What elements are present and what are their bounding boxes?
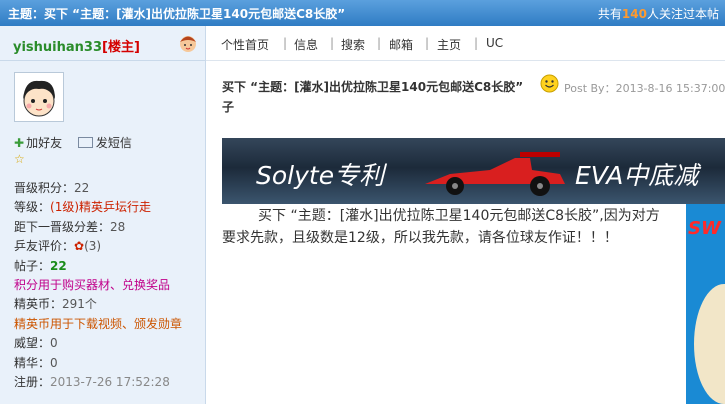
info-row: 精英币：291个 <box>14 297 97 312</box>
info-row: 帖子：22 <box>14 258 67 273</box>
nav-info[interactable]: 信息 <box>294 36 318 53</box>
nav-separator: | <box>377 36 382 50</box>
nav-mailbox[interactable]: 邮箱 <box>389 36 413 53</box>
banner-text-left: Solyte专利 <box>256 161 385 190</box>
ad-banner[interactable]: Solyte专利 EVA中底减 <box>222 138 725 204</box>
nav-profile-home[interactable]: 个性首页 <box>221 36 269 53</box>
nav-uc[interactable]: UC <box>486 36 503 50</box>
info-row: 精华：0 <box>14 355 58 370</box>
envelope-icon <box>77 137 93 148</box>
nav-separator: | <box>330 36 335 50</box>
follow-count: 共有140人关注过本帖 <box>597 7 719 21</box>
user-sidebar: yishuihan33[楼主] ✚ 加好友 发短信 ☆ 晋级积分：22 等级：(1… <box>0 26 206 404</box>
racket-icon: SW <box>686 204 725 404</box>
flower-icon: ✿ <box>74 239 85 254</box>
banner-text-right: EVA中底减 <box>575 161 699 190</box>
send-message-link[interactable]: 发短信 <box>96 134 132 151</box>
info-row: 注册：2013-7-26 17:52:28 <box>14 375 170 390</box>
svg-text:SW: SW <box>688 218 722 239</box>
rank-star-icon: ☆ <box>14 152 25 166</box>
coin-note-link[interactable]: 精英币用于下载视频、颁发勋章 <box>14 315 182 334</box>
side-ad-image[interactable]: SW <box>686 204 725 404</box>
nav-separator: | <box>474 36 479 50</box>
nav-search[interactable]: 搜索 <box>341 36 365 53</box>
username[interactable]: yishuihan33[楼主] <box>13 36 140 55</box>
nav-separator: | <box>425 36 430 50</box>
post-body: 买下 “主题：[灌水]出优拉陈卫星140元包邮送C8长胶”,因为对方要求先款，且… <box>222 208 660 246</box>
smiley-icon <box>540 74 559 93</box>
info-row: 威望：0 <box>14 336 58 351</box>
avatar[interactable] <box>14 72 64 122</box>
post-timestamp: Post By：2013-8-16 15:37:00 <box>564 82 725 95</box>
title-bar: 主题：买下 “主题：[灌水]出优拉陈卫星140元包邮送C8长胶” 共有140人关… <box>0 0 725 26</box>
add-friend-link[interactable]: 加好友 <box>26 134 62 151</box>
info-row: 乒友评价：✿(3) <box>14 239 102 254</box>
race-car-icon <box>425 152 565 196</box>
user-nav: 个性首页 | 信息 | 搜索 | 邮箱 | 主页 | UC <box>206 26 725 61</box>
post-title: 买下 “主题：[灌水]出优拉陈卫星140元包邮送C8长胶” <box>222 80 524 94</box>
info-row: 距下一晋级分差：28 <box>14 219 126 234</box>
user-actions: ✚ 加好友 发短信 <box>14 134 132 151</box>
info-row: 晋级积分：22 <box>14 181 90 195</box>
nav-homepage[interactable]: 主页 <box>437 36 461 53</box>
thread-title: 主题：买下 “主题：[灌水]出优拉陈卫星140元包邮送C8长胶” <box>8 7 346 21</box>
info-row: 等级：(1级)精英乒坛行走 <box>14 200 152 215</box>
add-friend-icon: ✚ <box>14 135 25 150</box>
points-note-link[interactable]: 积分用于购买器材、兑换奖品 <box>14 276 182 295</box>
nav-separator: | <box>283 36 288 50</box>
user-head-icon[interactable] <box>178 33 198 53</box>
user-header: yishuihan33[楼主] <box>0 26 205 61</box>
user-info: 晋级积分：22 等级：(1级)精英乒坛行走 距下一晋级分差：28 乒友评价：✿(… <box>14 179 182 392</box>
post-title-continued: 子 <box>222 100 235 114</box>
